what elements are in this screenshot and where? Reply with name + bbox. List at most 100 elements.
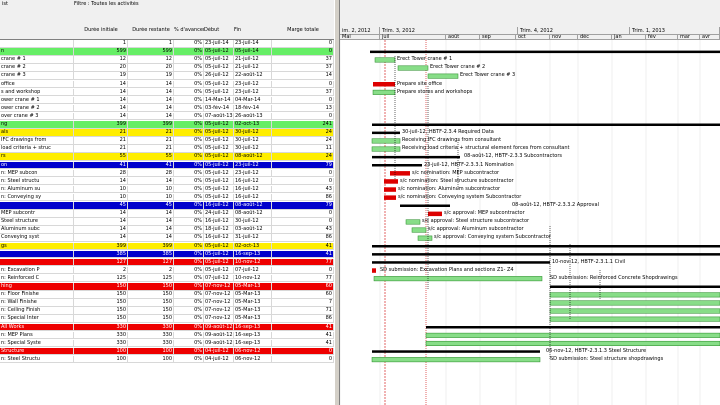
table-row[interactable]: 45 45 0% 16-juil-12 08-août-12 79 bbox=[0, 202, 334, 210]
activity-bar[interactable] bbox=[417, 235, 433, 241]
summary-bar[interactable] bbox=[372, 164, 422, 167]
cell-d1: 125 bbox=[128, 274, 174, 283]
cell-d0: 14 bbox=[74, 96, 128, 105]
table-row[interactable]: ng 399 399 0% 05-juil-12 02-oct-13 241 bbox=[0, 121, 334, 129]
table-row[interactable]: crane # 3 19 19 0% 26-juil-12 22-août-12 14 bbox=[0, 72, 334, 80]
table-row[interactable]: crane # 1 12 12 0% 05-juil-12 21-juil-12 37 bbox=[0, 56, 334, 64]
activity-bar[interactable] bbox=[373, 276, 543, 282]
summary-bar[interactable] bbox=[372, 350, 540, 353]
summary-bar[interactable] bbox=[372, 261, 550, 264]
column-header-3[interactable]: Début bbox=[204, 27, 234, 33]
activity-bar[interactable] bbox=[549, 292, 720, 298]
activity-bar[interactable] bbox=[549, 316, 720, 322]
table-row[interactable]: Structure 100 100 0% 04-juil-12 06-nov-12 0 bbox=[0, 347, 334, 356]
table-row[interactable]: gs 399 399 0% 05-juil-12 02-oct-13 41 bbox=[0, 242, 334, 250]
column-header-0[interactable]: Durée initiale bbox=[74, 27, 128, 33]
table-row[interactable]: n: Steel structu 14 14 0% 05-juil-12 16-juil-… bbox=[0, 177, 334, 186]
table-row[interactable]: hing 150 150 0% 07-nov-12 05-Mar-13 60 bbox=[0, 283, 334, 291]
activity-bar[interactable] bbox=[428, 211, 442, 217]
cell-marge: 41 bbox=[272, 331, 334, 340]
activity-bar[interactable] bbox=[549, 300, 720, 306]
table-row[interactable]: ower crane # 1 14 14 0% 14-Mar-14 04-Mar-14 0 bbox=[0, 96, 334, 105]
table-row[interactable]: Aluminum subc 14 14 0% 18-juil-12 03-août-12 4… bbox=[0, 226, 334, 234]
cell-pct: 0% bbox=[174, 291, 204, 299]
table-row[interactable]: als 21 21 0% 05-juil-12 30-juil-12 24 bbox=[0, 129, 334, 137]
cell-start: 09-août-12 bbox=[205, 331, 234, 340]
cell-d0: 14 bbox=[74, 210, 128, 218]
summary-bar[interactable] bbox=[372, 245, 720, 248]
table-row[interactable]: ower crane # 2 14 14 0% 03-fév-14 18-fév-14 13 bbox=[0, 104, 334, 113]
filter-label[interactable]: Filtre : Toutes les activités bbox=[74, 1, 139, 7]
activity-bar[interactable] bbox=[384, 187, 396, 192]
cell-pct: 0% bbox=[174, 258, 204, 267]
table-row[interactable]: n: Ceiling Finish 150 150 0% 07-nov-12 05-Mar… bbox=[0, 307, 334, 315]
table-row[interactable]: 385 385 0% 05-juil-12 16-sep-13 41 bbox=[0, 250, 334, 259]
table-row[interactable]: over crane # 3 14 14 0% 07-août-13 26-août-13… bbox=[0, 112, 334, 121]
activity-bar[interactable] bbox=[372, 268, 376, 273]
table-row[interactable]: 127 127 0% 05-juil-12 10-nov-12 77 bbox=[0, 258, 334, 267]
summary-bar[interactable] bbox=[372, 131, 400, 135]
table-row[interactable]: n: MEP Plans 330 330 0% 09-août-12 16-sep-13 4… bbox=[0, 331, 334, 340]
table-row[interactable]: n: Special Syste 330 330 0% 09-août-12 16-sep… bbox=[0, 339, 334, 348]
table-row[interactable]: n: MEP subcon 28 28 0% 05-juil-12 23-juil-12 0 bbox=[0, 169, 334, 178]
table-row[interactable]: n: Reinforced C 125 125 0% 07-juil-12 10-nov-… bbox=[0, 274, 334, 283]
table-row[interactable]: n: Wall Finishe 150 150 0% 07-nov-12 05-Mar-1… bbox=[0, 299, 334, 307]
table-row[interactable]: office 14 14 0% 05-juil-12 23-juil-12 0 bbox=[0, 80, 334, 88]
table-row[interactable]: n: Aluminum su 10 10 0% 05-juil-12 16-juil-12… bbox=[0, 185, 334, 194]
activity-bar[interactable] bbox=[371, 138, 401, 144]
cell-name: n: Excavation P bbox=[0, 266, 74, 275]
table-row[interactable]: Steel structure 14 14 0% 16-juil-12 30-juil-1… bbox=[0, 218, 334, 226]
table-row[interactable]: IFC drawings from 21 21 0% 05-juil-12 30-juil… bbox=[0, 137, 334, 145]
summary-bar[interactable] bbox=[370, 50, 720, 54]
cell-pct: 0% bbox=[174, 218, 204, 226]
activity-bar[interactable] bbox=[371, 146, 401, 152]
column-header-4[interactable]: Fin bbox=[234, 27, 272, 33]
table-row[interactable]: n: Floor Finishe 150 150 0% 07-nov-12 05-Mar-… bbox=[0, 291, 334, 299]
summary-bar[interactable] bbox=[372, 253, 720, 256]
summary-bar[interactable] bbox=[426, 326, 720, 329]
table-row[interactable]: n: Excavation P 2 2 0% 05-juil-12 07-juil-12 0 bbox=[0, 266, 334, 275]
table-row[interactable]: n: Conveying sy 10 10 0% 05-juil-12 16-juil-1… bbox=[0, 193, 334, 202]
table-row[interactable]: rs 55 55 0% 05-juil-12 08-août-12 24 bbox=[0, 153, 334, 161]
column-header-5[interactable]: Marge totale bbox=[272, 27, 334, 33]
activity-bar[interactable] bbox=[549, 308, 720, 314]
table-row[interactable]: Conveying syst 14 14 0% 16-juil-12 31-juil-12… bbox=[0, 234, 334, 242]
table-row[interactable]: 1 1 0% 23-juil-14 23-juil-14 0 bbox=[0, 40, 334, 48]
table-row[interactable]: MEP subcontr 14 14 0% 24-juil-12 08-août-12 0 bbox=[0, 210, 334, 218]
table-row[interactable]: on 41 41 0% 05-juil-12 23-juil-12 79 bbox=[0, 161, 334, 169]
cell-d1: 55 bbox=[128, 153, 174, 161]
table-row[interactable]: n 599 599 0% 05-juil-12 05-juil-14 0 bbox=[0, 48, 334, 56]
summary-bar[interactable] bbox=[372, 123, 720, 127]
table-row[interactable]: n: Steel Structu 100 100 0% 04-juil-12 06-nov… bbox=[0, 355, 334, 364]
table-row[interactable]: All Works 330 330 0% 09-août-12 16-sep-13 41 bbox=[0, 323, 334, 331]
table-row[interactable]: load criteria + struc 21 21 0% 05-juil-12 30-… bbox=[0, 145, 334, 153]
activity-bar[interactable] bbox=[371, 357, 541, 363]
cell-d1: 330 bbox=[128, 339, 174, 348]
activity-bar[interactable] bbox=[384, 195, 396, 200]
column-header-2[interactable]: % d'avancement / planning bbox=[174, 27, 204, 33]
activity-bar[interactable] bbox=[425, 340, 720, 346]
activity-bar[interactable] bbox=[390, 171, 410, 176]
activity-bar[interactable] bbox=[397, 65, 429, 71]
activity-bar[interactable] bbox=[427, 73, 459, 79]
bar-label: 30-juil-12, HBTF-2.3.4 Required Data bbox=[402, 129, 494, 136]
activity-bar[interactable] bbox=[411, 227, 427, 233]
activity-bar[interactable] bbox=[405, 219, 421, 225]
activity-bar[interactable] bbox=[384, 179, 398, 184]
activity-bar[interactable] bbox=[374, 57, 396, 63]
summary-bar[interactable] bbox=[550, 285, 720, 289]
cell-pct: 0% bbox=[174, 161, 204, 169]
activity-bar[interactable] bbox=[373, 82, 395, 87]
cell-pct: 0% bbox=[174, 226, 204, 234]
cell-d0: 150 bbox=[74, 299, 128, 307]
activity-bar[interactable] bbox=[372, 89, 396, 95]
table-row[interactable]: crane # 2 20 20 0% 05-juil-12 21-juil-12 37 bbox=[0, 64, 334, 72]
table-row[interactable]: n: Special Inter 150 150 0% 07-nov-12 05-Mar-… bbox=[0, 315, 334, 323]
cell-marge: 24 bbox=[272, 129, 334, 137]
table-row[interactable]: s and workshop 14 14 0% 05-juil-12 23-juil-12… bbox=[0, 88, 334, 97]
column-header-1[interactable]: Durée restante bbox=[128, 27, 174, 33]
summary-bar[interactable] bbox=[372, 155, 460, 159]
cell-marge: 77 bbox=[272, 258, 334, 267]
activity-bar[interactable] bbox=[425, 332, 720, 338]
summary-bar[interactable] bbox=[400, 204, 450, 208]
